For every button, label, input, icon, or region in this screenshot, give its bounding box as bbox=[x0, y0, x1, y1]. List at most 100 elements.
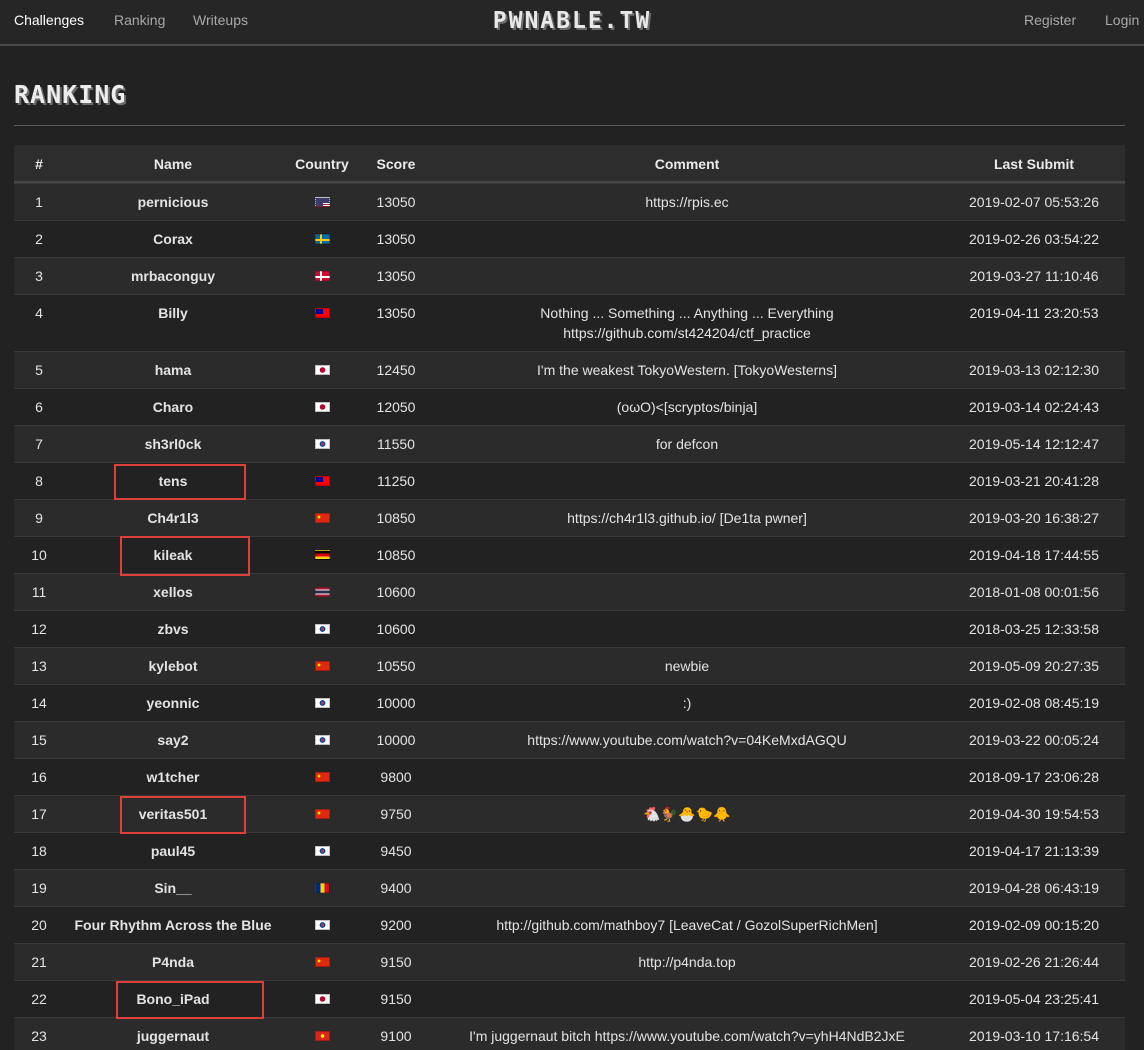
country-flag-icon bbox=[290, 463, 354, 500]
comment-cell bbox=[434, 221, 940, 258]
last-submit-cell: 2019-03-21 20:41:28 bbox=[969, 473, 1099, 489]
player-name-link[interactable]: hama bbox=[74, 352, 272, 389]
table-row: 4 Billy 13050 Nothing ... Something ... Any… bbox=[14, 294, 1125, 351]
player-name-link[interactable]: veritas501 bbox=[74, 796, 272, 833]
player-name-link[interactable]: say2 bbox=[74, 722, 272, 759]
player-name-link[interactable]: paul45 bbox=[74, 833, 272, 870]
rank-cell: 16 bbox=[31, 769, 47, 785]
table-row: 23 juggernaut 9100 I'm juggernaut bitch htt… bbox=[14, 1017, 1125, 1050]
player-name-link[interactable]: pernicious bbox=[74, 184, 272, 221]
player-name-link[interactable]: Charo bbox=[74, 389, 272, 426]
title-divider bbox=[14, 125, 1125, 126]
player-name-link[interactable]: Four Rhythm Across the Blue bbox=[74, 907, 272, 944]
player-name-link[interactable]: xellos bbox=[74, 574, 272, 611]
score-cell: 10000 bbox=[376, 732, 416, 748]
table-row: 17 veritas501 9750 🐔🐓🐣🐤🐥 2019-04-30 19:54:53 bbox=[14, 795, 1125, 832]
last-submit-cell: 2019-02-26 21:26:44 bbox=[969, 954, 1099, 970]
rank-cell: 11 bbox=[31, 584, 47, 600]
last-submit-cell: 2019-04-11 23:20:53 bbox=[969, 305, 1099, 321]
table-row: 14 yeonnic 10000:) 2019-02-08 08:45:19 bbox=[14, 684, 1125, 721]
player-name-link[interactable]: kileak bbox=[74, 537, 272, 574]
table-row: 22 Bono_iPad 9150 2019-05-04 23:25:41 bbox=[14, 980, 1125, 1017]
country-flag-icon bbox=[290, 722, 354, 759]
table-row: 11 xellos 10600 2018-01-08 00:01:56 bbox=[14, 573, 1125, 610]
last-submit-cell: 2019-04-17 21:13:39 bbox=[969, 843, 1099, 859]
last-submit-cell: 2018-03-25 12:33:58 bbox=[969, 621, 1099, 637]
table-row: 6 Charo 12050 (oωO)<[scryptos/binja] 2019-03… bbox=[14, 388, 1125, 425]
rank-cell: 6 bbox=[35, 399, 43, 415]
score-cell: 13050 bbox=[376, 268, 416, 284]
comment-cell bbox=[434, 537, 940, 574]
score-cell: 9150 bbox=[380, 954, 412, 970]
table-row: 16 w1tcher 9800 2018-09-17 23:06:28 bbox=[14, 758, 1125, 795]
score-cell: 10850 bbox=[376, 510, 416, 526]
last-submit-cell: 2019-02-07 05:53:26 bbox=[969, 194, 1099, 210]
score-cell: 13050 bbox=[376, 305, 416, 321]
country-flag-icon bbox=[290, 184, 354, 221]
table-row: 21 P4nda 9150 http://p4nda.top 2019-02-26 21… bbox=[14, 943, 1125, 980]
rank-cell: 15 bbox=[31, 732, 47, 748]
table-row: 2 Corax 13050 2019-02-26 03:54:22 bbox=[14, 220, 1125, 257]
player-name-link[interactable]: w1tcher bbox=[74, 759, 272, 796]
header-country: Country bbox=[295, 156, 349, 172]
comment-cell: :) bbox=[682, 695, 692, 711]
comment-cell: 🐔🐓🐣🐤🐥 bbox=[643, 806, 731, 822]
comment-cell: I'm juggernaut bitch https://www.youtube… bbox=[469, 1028, 905, 1044]
rank-cell: 17 bbox=[31, 806, 47, 822]
comment-cell: (oωO)<[scryptos/binja] bbox=[616, 399, 758, 415]
rank-cell: 5 bbox=[35, 362, 43, 378]
player-name-link[interactable]: P4nda bbox=[74, 944, 272, 981]
country-flag-icon bbox=[290, 352, 354, 389]
rank-cell: 14 bbox=[31, 695, 47, 711]
rank-cell: 22 bbox=[31, 991, 47, 1007]
comment-cell: https://www.youtube.com/watch?v=04KeMxdA… bbox=[527, 732, 847, 748]
comment-cell bbox=[434, 759, 940, 796]
score-cell: 9200 bbox=[380, 917, 412, 933]
player-name-link[interactable]: tens bbox=[74, 463, 272, 500]
rank-cell: 21 bbox=[31, 954, 47, 970]
table-body: 1 pernicious 13050 https://rpis.ec 2019-02-0… bbox=[14, 183, 1125, 1050]
register-link[interactable]: Register bbox=[1024, 12, 1076, 28]
table-row: 7 sh3rl0ck 11550 for defcon 2019-05-14 12:12… bbox=[14, 425, 1125, 462]
country-flag-icon bbox=[290, 944, 354, 981]
score-cell: 10600 bbox=[376, 584, 416, 600]
header-last-submit: Last Submit bbox=[993, 156, 1075, 172]
player-name-link[interactable]: Corax bbox=[74, 221, 272, 258]
last-submit-cell: 2019-02-08 08:45:19 bbox=[969, 695, 1099, 711]
rank-cell: 8 bbox=[35, 473, 43, 489]
player-name-link[interactable]: kylebot bbox=[74, 648, 272, 685]
score-cell: 9750 bbox=[380, 806, 412, 822]
rank-cell: 12 bbox=[31, 621, 47, 637]
country-flag-icon bbox=[290, 648, 354, 685]
player-name-link[interactable]: mrbaconguy bbox=[74, 258, 272, 295]
table-row: 20 Four Rhythm Across the Blue 9200 http://… bbox=[14, 906, 1125, 943]
rank-cell: 7 bbox=[35, 436, 43, 452]
player-name-link[interactable]: sh3rl0ck bbox=[74, 426, 272, 463]
last-submit-cell: 2018-09-17 23:06:28 bbox=[969, 769, 1099, 785]
score-cell: 9100 bbox=[380, 1028, 412, 1044]
comment-cell bbox=[434, 258, 940, 295]
score-cell: 10550 bbox=[376, 658, 416, 674]
player-name-link[interactable]: juggernaut bbox=[74, 1018, 272, 1050]
country-flag-icon bbox=[290, 759, 354, 796]
player-name-link[interactable]: Ch4r1l3 bbox=[74, 500, 272, 537]
table-row: 10 kileak 10850 2019-04-18 17:44:55 bbox=[14, 536, 1125, 573]
last-submit-cell: 2019-03-13 02:12:30 bbox=[969, 362, 1099, 378]
player-name-link[interactable]: Billy bbox=[74, 295, 272, 332]
player-name-link[interactable]: Sin__ bbox=[74, 870, 272, 907]
table-row: 1 pernicious 13050 https://rpis.ec 2019-02-0… bbox=[14, 183, 1125, 220]
header-name: Name bbox=[153, 156, 193, 172]
comment-cell bbox=[434, 574, 940, 611]
player-name-link[interactable]: zbvs bbox=[74, 611, 272, 648]
last-submit-cell: 2019-02-09 00:15:20 bbox=[969, 917, 1099, 933]
last-submit-cell: 2019-03-20 16:38:27 bbox=[969, 510, 1099, 526]
nav-writeups-link[interactable]: Writeups bbox=[193, 12, 248, 28]
nav-ranking-link[interactable]: Ranking bbox=[114, 12, 165, 28]
rank-cell: 20 bbox=[31, 917, 47, 933]
nav-challenges-link[interactable]: Challenges bbox=[14, 12, 84, 28]
site-brand-logo[interactable]: PWNABLE.TW bbox=[493, 8, 651, 34]
player-name-link[interactable]: yeonnic bbox=[74, 685, 272, 722]
login-link[interactable]: Login bbox=[1105, 12, 1139, 28]
last-submit-cell: 2019-03-14 02:24:43 bbox=[969, 399, 1099, 415]
player-name-link[interactable]: Bono_iPad bbox=[74, 981, 272, 1018]
